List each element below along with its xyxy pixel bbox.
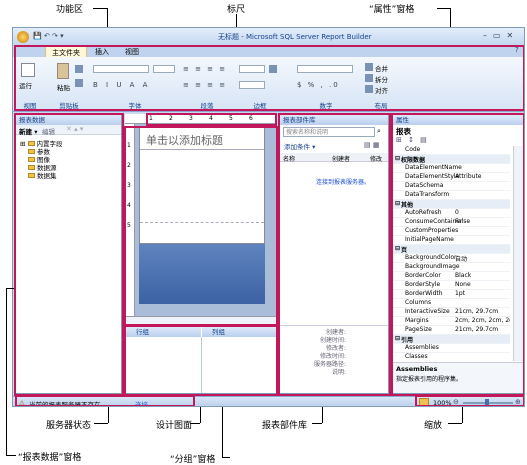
window-title: 无标题 - Microsoft SQL Server Report Builde…: [218, 33, 372, 41]
ruler-highlight: [146, 113, 277, 126]
callout-line: [94, 423, 108, 424]
report-builder-window: 💾 ↶ ↷ ▾ 无标题 - Microsoft SQL Server Repor…: [12, 27, 525, 407]
callout-line: [322, 407, 323, 423]
callout-design-surface: 设计图面: [156, 421, 193, 431]
callout-grouping-pane: “分组”窗格: [170, 455, 216, 465]
callout-line: [6, 288, 7, 455]
callout-line: [200, 407, 201, 423]
callout-line: [462, 407, 463, 423]
callout-line: [108, 407, 109, 423]
callout-line: [93, 8, 107, 9]
save-icon[interactable]: 💾 ↶ ↷ ▾: [33, 32, 64, 40]
callout-line: [6, 455, 16, 456]
app-logo-icon[interactable]: [17, 31, 29, 43]
window-controls[interactable]: –▭✕: [483, 31, 519, 40]
callout-line: [312, 423, 322, 424]
properties-highlight: [391, 113, 524, 396]
callout-line: [437, 8, 450, 9]
callout-server-status: 服务器状态: [46, 421, 92, 431]
server-status-highlight: [15, 395, 195, 406]
title-bar: 💾 ↶ ↷ ▾ 无标题 - Microsoft SQL Server Repor…: [13, 28, 524, 45]
grouping-highlight: [124, 325, 278, 396]
ribbon-highlight: [14, 45, 524, 111]
callout-report-part-gallery: 报表部件库: [262, 421, 308, 431]
callout-line: [222, 407, 223, 457]
gallery-highlight: [278, 113, 391, 396]
callout-properties-pane: “属性”窗格: [369, 5, 415, 15]
callout-zoom: 缩放: [424, 421, 443, 431]
callout-report-data-pane: “报表数据”窗格: [18, 453, 82, 463]
callout-line: [6, 288, 14, 289]
design-surface-highlight: [124, 126, 278, 326]
zoom-highlight: [415, 395, 524, 406]
callout-line: [222, 457, 230, 458]
callout-ribbon: 功能区: [56, 5, 84, 15]
report-data-highlight: [14, 113, 124, 396]
callout-line: [448, 423, 462, 424]
